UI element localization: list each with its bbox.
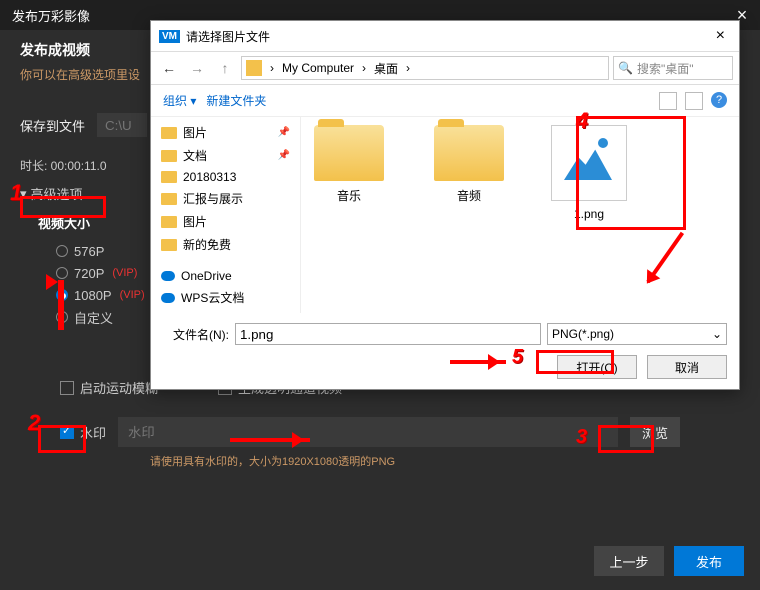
annotation-3: 3 <box>576 426 587 449</box>
folder-icon <box>434 125 504 181</box>
nav-forward-icon[interactable]: → <box>185 56 209 80</box>
view-list-icon[interactable] <box>685 92 703 110</box>
folder-icon <box>161 150 177 162</box>
nav-up-icon[interactable]: ↑ <box>213 56 237 80</box>
pin-icon: 📌 <box>278 127 290 138</box>
publish-button[interactable]: 发布 <box>674 546 744 576</box>
save-path-input[interactable] <box>97 113 147 137</box>
tree-item[interactable]: WPS云文档 <box>151 286 300 309</box>
organize-menu[interactable]: 组织 ▾ <box>163 92 196 109</box>
app-badge: VM <box>159 30 180 43</box>
folder-icon <box>161 239 177 251</box>
window-title: 发布万彩影像 <box>12 6 90 25</box>
image-icon <box>551 125 627 201</box>
view-icon[interactable] <box>659 92 677 110</box>
annotation-4: 4 <box>576 108 588 134</box>
advanced-label: 高级选项 <box>31 184 83 203</box>
prev-button[interactable]: 上一步 <box>594 546 664 576</box>
folder-icon <box>314 125 384 181</box>
tree-item[interactable]: 20180313 <box>151 167 300 187</box>
arrow-icon <box>58 280 64 330</box>
browse-button[interactable]: 浏览 <box>630 417 680 447</box>
tree-item[interactable]: OneDrive <box>151 266 300 286</box>
folder-icon <box>161 216 177 228</box>
annotation-1: 1 <box>10 180 22 206</box>
breadcrumb[interactable]: ›My Computer ›桌面› <box>241 56 609 80</box>
folder-item-audio[interactable]: 音频 <box>429 125 509 305</box>
tree-item[interactable]: 文档📌 <box>151 144 300 167</box>
open-button[interactable]: 打开(O) <box>557 355 637 379</box>
nav-back-icon[interactable]: ← <box>157 56 181 80</box>
filename-input[interactable] <box>235 323 541 345</box>
annotation-2: 2 <box>28 410 40 436</box>
folder-tree: 图片📌 文档📌 20180313 汇报与展示 图片 新的免费 OneDrive … <box>151 117 301 313</box>
save-to-label: 保存到文件 <box>20 116 85 135</box>
tree-item[interactable]: 汇报与展示 <box>151 187 300 210</box>
filename-label: 文件名(N): <box>163 326 229 343</box>
filetype-select[interactable]: PNG(*.png)⌄ <box>547 323 727 345</box>
arrow-icon <box>230 438 310 442</box>
file-item-1png[interactable]: 1.png <box>549 125 629 305</box>
pin-icon: 📌 <box>278 150 290 161</box>
annotation-5: 5 <box>512 346 523 369</box>
watermark-tip: 请使用具有水印的，大小为1920X1080透明的PNG <box>150 453 740 469</box>
dialog-close-icon[interactable]: × <box>710 27 731 45</box>
search-input[interactable]: 🔍 搜索"桌面" <box>613 56 733 80</box>
cloud-icon <box>161 271 175 281</box>
motion-blur-checkbox[interactable]: 启动运动模糊 <box>60 378 158 397</box>
arrow-icon <box>450 360 506 364</box>
folder-icon <box>161 193 177 205</box>
file-dialog: VM 请选择图片文件 × ← → ↑ ›My Computer ›桌面› 🔍 搜… <box>150 20 740 390</box>
help-icon[interactable]: ? <box>711 92 727 108</box>
watermark-checkbox[interactable]: 水印 <box>60 423 106 442</box>
cancel-button[interactable]: 取消 <box>647 355 727 379</box>
watermark-path-input[interactable] <box>118 417 618 447</box>
chevron-down-icon: ⌄ <box>712 327 722 341</box>
search-icon: 🔍 <box>618 61 633 75</box>
folder-icon <box>161 171 177 183</box>
tree-item[interactable]: 图片 <box>151 210 300 233</box>
new-folder-button[interactable]: 新建文件夹 <box>206 92 266 109</box>
tree-item[interactable]: 图片📌 <box>151 121 300 144</box>
folder-icon <box>161 127 177 139</box>
dialog-title: 请选择图片文件 <box>186 28 270 45</box>
cloud-icon <box>161 293 175 303</box>
tree-item[interactable]: 新的免费 <box>151 233 300 256</box>
folder-icon <box>246 60 262 76</box>
folder-item-music[interactable]: 音乐 <box>309 125 389 305</box>
